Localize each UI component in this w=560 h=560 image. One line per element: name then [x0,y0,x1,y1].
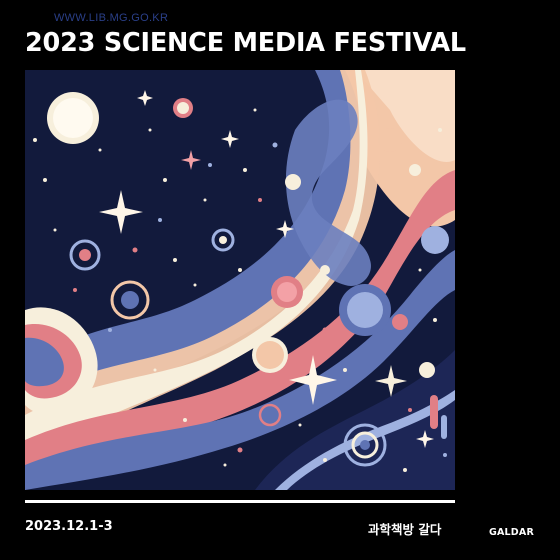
cosmic-illustration-icon [25,70,455,490]
brand-name: GALDAR [489,527,534,538]
divider-line [25,500,455,503]
website-url: WWW.LIB.MG.GO.KR [54,12,169,24]
festival-subtitle: 과학책방 갈다 [368,522,442,537]
festival-date: 2023.12.1-3 [25,519,113,534]
cosmic-artwork [25,70,455,490]
festival-title: 2023 SCIENCE MEDIA FESTIVAL [25,28,466,58]
